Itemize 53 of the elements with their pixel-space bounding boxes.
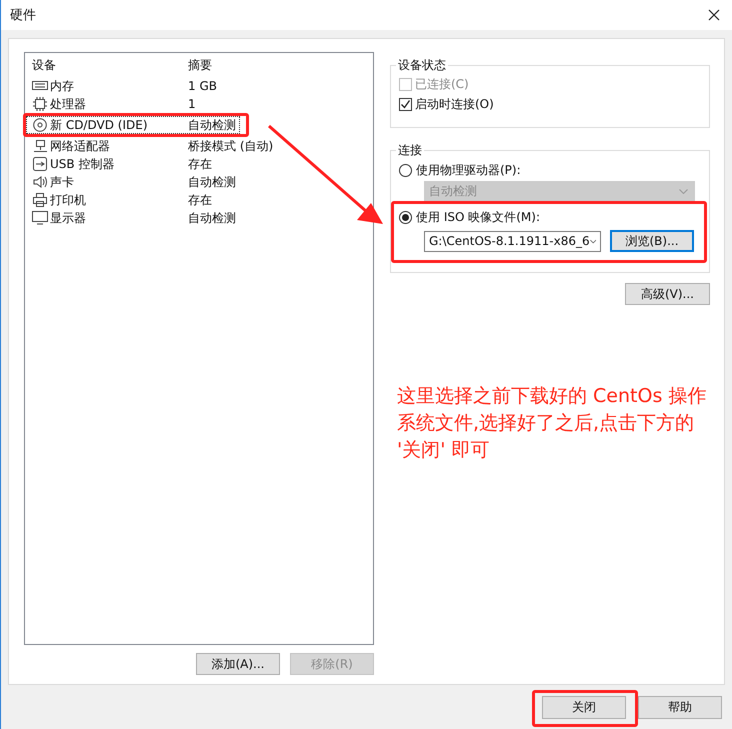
radio-button[interactable] bbox=[399, 210, 412, 224]
chip-icon bbox=[32, 97, 48, 111]
device-name: 网络适配器 bbox=[50, 138, 110, 154]
radio-button[interactable] bbox=[399, 164, 412, 176]
caret-icon bbox=[679, 189, 688, 194]
dialog-button[interactable]: 关闭 bbox=[542, 696, 626, 719]
device-summary: 桥接模式 (自动) bbox=[187, 138, 274, 154]
device-summary: 自动检测 bbox=[187, 116, 236, 134]
dialog-button[interactable]: 帮助 bbox=[638, 696, 722, 719]
group-title: 设备状态 bbox=[397, 57, 447, 74]
annotation-text: 这里选择之前下载好的 CentOs 操作系统文件,选择好了之后,点击下方的 '关闭' 即可 bbox=[397, 384, 708, 463]
speaker-icon bbox=[32, 175, 48, 189]
advanced-button[interactable]: 高级(V)... bbox=[625, 283, 710, 305]
device-row[interactable]: 声卡 自动检测 bbox=[26, 173, 240, 191]
checkbox[interactable] bbox=[399, 98, 412, 110]
device-name: 新 CD/DVD (IDE) bbox=[50, 116, 148, 134]
device-row[interactable]: USB 控制器 存在 bbox=[26, 155, 216, 173]
caret-icon bbox=[590, 238, 596, 244]
device-row[interactable]: 新 CD/DVD (IDE) 自动检测 bbox=[26, 116, 240, 134]
device-row[interactable]: 网络适配器 桥接模式 (自动) bbox=[26, 137, 278, 155]
device-name: 内存 bbox=[50, 78, 74, 94]
memory-icon bbox=[32, 79, 48, 93]
device-row[interactable]: 处理器 1 bbox=[26, 95, 200, 113]
device-row[interactable]: 内存 1 GB bbox=[26, 77, 221, 95]
device-name: USB 控制器 bbox=[50, 156, 114, 172]
device-row[interactable]: 显示器 自动检测 bbox=[26, 209, 240, 227]
device-name: 打印机 bbox=[50, 192, 86, 208]
network-icon bbox=[32, 139, 48, 153]
radio-label: 使用 ISO 映像文件(M): bbox=[416, 208, 540, 226]
checkbox-label: 已连接(C) bbox=[415, 76, 469, 92]
device-summary: 1 GB bbox=[187, 79, 217, 93]
device-name: 处理器 bbox=[50, 96, 86, 112]
column-header[interactable]: 设备 bbox=[27, 56, 184, 74]
device-name: 声卡 bbox=[50, 174, 74, 190]
iso-path-combo[interactable]: G:\CentOS-8.1.1911-x86_6 bbox=[424, 230, 601, 252]
monitor-icon bbox=[32, 211, 48, 225]
device-summary: 1 bbox=[187, 97, 196, 111]
radio-label: 使用物理驱动器(P): bbox=[416, 162, 521, 178]
device-summary: 自动检测 bbox=[187, 210, 236, 226]
window-title: 硬件 bbox=[10, 7, 36, 24]
close-icon[interactable] bbox=[708, 9, 720, 21]
checkbox-label: 启动时连接(O) bbox=[415, 96, 494, 112]
device-summary: 存在 bbox=[187, 192, 212, 208]
device-row[interactable]: 打印机 存在 bbox=[26, 191, 216, 209]
printer-icon bbox=[32, 193, 48, 207]
device-name: 显示器 bbox=[50, 210, 86, 226]
browse-button[interactable]: 浏览(B)... bbox=[610, 230, 694, 252]
disc-icon bbox=[32, 118, 48, 132]
list-button[interactable]: 添加(A)... bbox=[196, 653, 280, 675]
device-summary: 自动检测 bbox=[187, 174, 236, 190]
column-header[interactable]: 摘要 bbox=[184, 56, 212, 74]
group-title: 连接 bbox=[397, 142, 423, 159]
device-summary: 存在 bbox=[187, 156, 212, 172]
